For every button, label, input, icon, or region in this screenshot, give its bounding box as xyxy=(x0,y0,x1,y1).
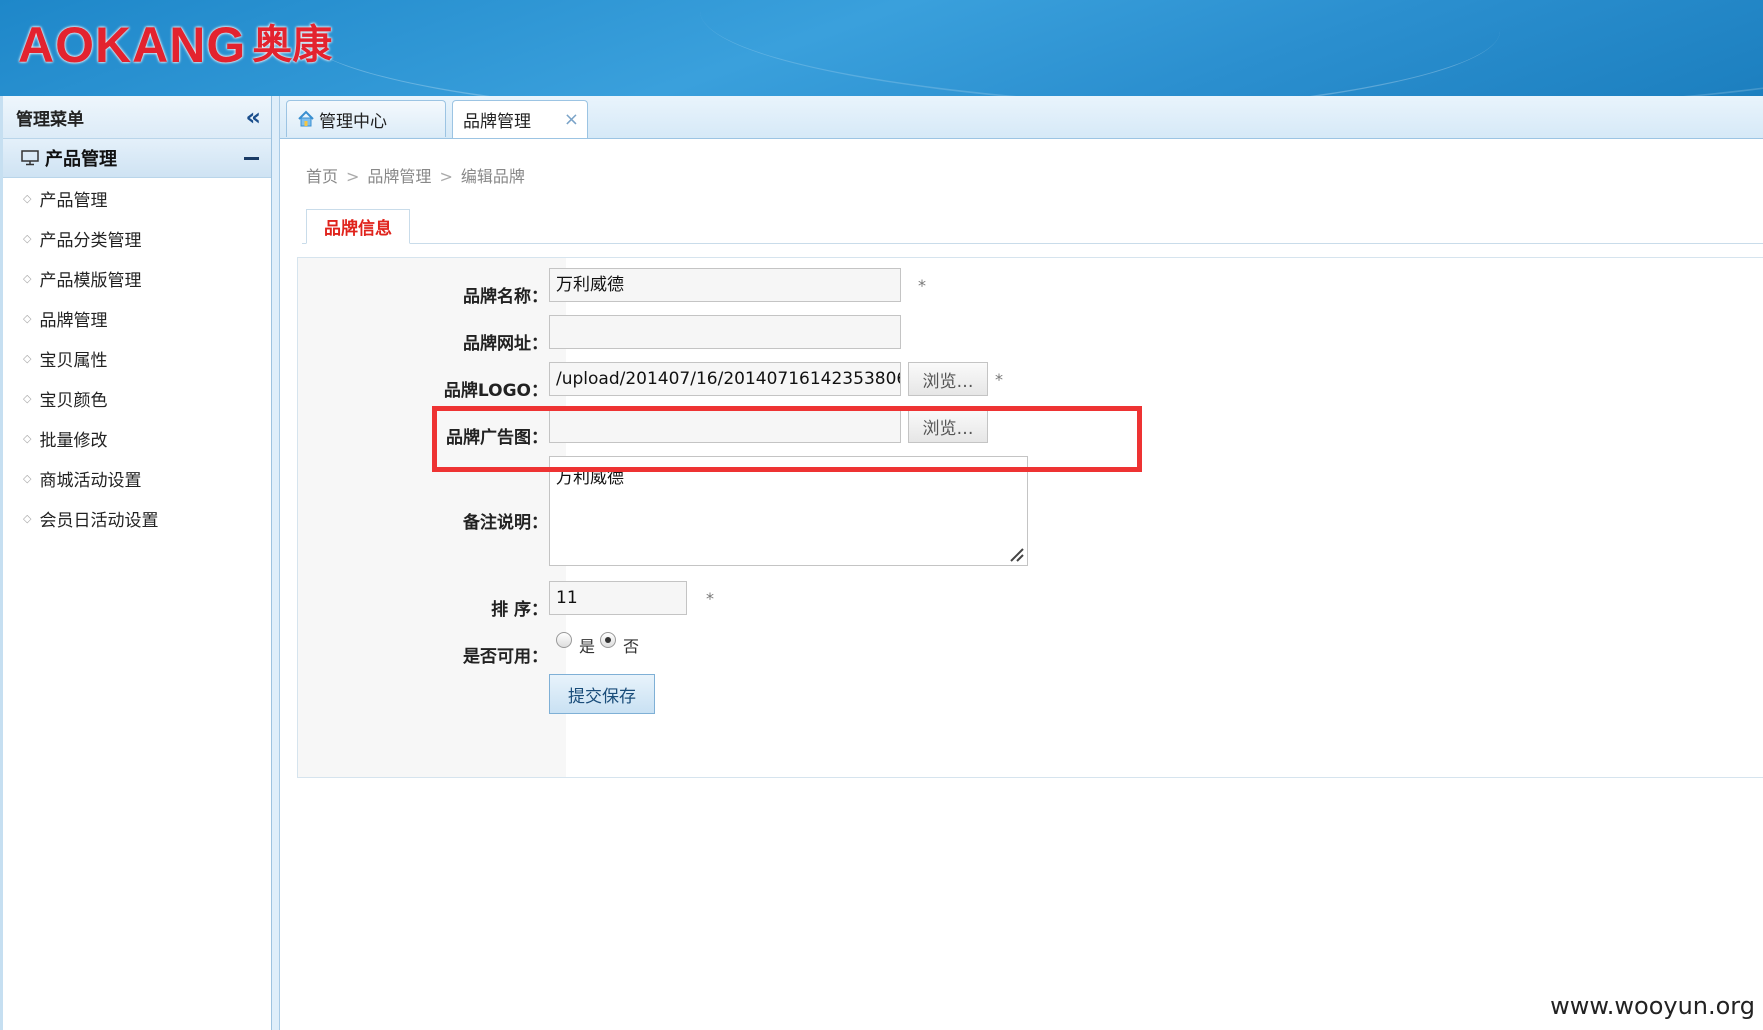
sidebar-item-label: 批量修改 xyxy=(39,430,108,451)
diamond-bullet-icon: ◇ xyxy=(23,191,32,205)
tab-admin-center[interactable]: 管理中心 xyxy=(286,100,446,137)
breadcrumb-current: 编辑品牌 xyxy=(460,167,525,186)
tab-label: 品牌管理 xyxy=(463,112,531,132)
sidebar-item-item-attributes[interactable]: ◇ 宝贝属性 xyxy=(3,338,271,378)
enabled-label: 是否可用： xyxy=(463,647,548,667)
required-mark: * xyxy=(706,589,714,608)
form-tabs: 品牌信息 xyxy=(302,209,1763,244)
diamond-bullet-icon: ◇ xyxy=(23,231,32,245)
sidebar-menu: ◇ 产品管理 ◇ 产品分类管理 ◇ 产品模版管理 ◇ 品牌管理 ◇ 宝贝属性 ◇ 宝贝颜色 … xyxy=(3,178,271,538)
close-tab-icon[interactable]: × xyxy=(564,109,579,130)
collapse-group-icon[interactable] xyxy=(244,156,259,160)
sidebar-item-product-template[interactable]: ◇ 产品模版管理 xyxy=(3,258,271,298)
breadcrumb-separator: > xyxy=(439,167,453,186)
logo-text-en: AOKANG xyxy=(18,17,247,73)
tab-brand-management[interactable]: 品牌管理 × xyxy=(452,100,588,138)
sidebar-item-label: 产品模版管理 xyxy=(39,270,142,291)
collapse-sidebar-icon[interactable]: « xyxy=(245,105,261,129)
diamond-bullet-icon: ◇ xyxy=(23,431,32,445)
brand-url-input[interactable] xyxy=(549,315,901,349)
sidebar-splitter[interactable] xyxy=(272,96,280,1030)
brand-name-input[interactable]: 万利威德 xyxy=(549,268,901,302)
brand-name-label: 品牌名称： xyxy=(463,287,548,307)
sidebar-item-brand-management[interactable]: ◇ 品牌管理 xyxy=(3,298,271,338)
brand-url-label: 品牌网址： xyxy=(463,334,548,354)
sidebar-item-label: 宝贝颜色 xyxy=(39,390,108,411)
submit-save-button[interactable]: 提交保存 xyxy=(549,674,655,714)
sort-input[interactable]: 11 xyxy=(549,581,687,615)
sidebar-title: 管理菜单 xyxy=(16,109,84,130)
sidebar-item-label: 产品管理 xyxy=(39,190,108,211)
diamond-bullet-icon: ◇ xyxy=(23,351,32,365)
enabled-no-label: 否 xyxy=(623,637,640,656)
logo-browse-button[interactable]: 浏览… xyxy=(908,362,988,396)
sidebar-item-batch-edit[interactable]: ◇ 批量修改 xyxy=(3,418,271,458)
home-icon xyxy=(298,110,314,127)
required-mark: * xyxy=(918,276,926,295)
diamond-bullet-icon: ◇ xyxy=(23,471,32,485)
main-content: 首页 > 品牌管理 > 编辑品牌 品牌信息 品牌名称： 万利威德 * 品牌网址： 品牌L… xyxy=(280,139,1763,1030)
menu-group-label: 产品管理 xyxy=(45,149,117,170)
brand-logo: AOKANG 奥康 xyxy=(18,20,332,70)
sidebar-header: 管理菜单 « xyxy=(3,96,271,139)
sidebar-item-item-colors[interactable]: ◇ 宝贝颜色 xyxy=(3,378,271,418)
watermark: www.wooyun.org xyxy=(1550,992,1755,1020)
annotation-highlight-box xyxy=(432,406,1142,472)
note-textarea[interactable]: 万利威德 xyxy=(549,456,1028,566)
sidebar-item-label: 宝贝属性 xyxy=(39,350,108,371)
tab-brand-info[interactable]: 品牌信息 xyxy=(306,209,410,244)
sidebar-item-product-category[interactable]: ◇ 产品分类管理 xyxy=(3,218,271,258)
sidebar-item-product-management[interactable]: ◇ 产品管理 xyxy=(3,178,271,218)
brand-logo-path-input[interactable]: /upload/201407/16/201407161423538060.jpg xyxy=(549,362,901,396)
note-label: 备注说明： xyxy=(463,513,548,533)
app-header: AOKANG 奥康 xyxy=(0,0,1763,96)
breadcrumb-home[interactable]: 首页 xyxy=(306,167,338,186)
breadcrumb-separator: > xyxy=(346,167,360,186)
sidebar-item-label: 会员日活动设置 xyxy=(39,510,159,531)
monitor-icon xyxy=(21,150,39,166)
sidebar-item-mall-activity[interactable]: ◇ 商城活动设置 xyxy=(3,458,271,498)
sidebar-item-label: 产品分类管理 xyxy=(39,230,142,251)
sort-label: 排 序： xyxy=(491,600,548,620)
tab-bar: 管理中心 品牌管理 × xyxy=(280,96,1763,139)
enabled-no-radio[interactable] xyxy=(600,632,616,648)
resize-grip-icon[interactable] xyxy=(1007,545,1025,563)
required-mark: * xyxy=(995,370,1003,389)
sidebar-item-label: 品牌管理 xyxy=(39,310,108,331)
breadcrumb: 首页 > 品牌管理 > 编辑品牌 xyxy=(306,163,525,187)
sidebar-item-label: 商城活动设置 xyxy=(39,470,142,491)
brand-logo-label: 品牌LOGO： xyxy=(443,381,548,401)
menu-group-product[interactable]: 产品管理 xyxy=(3,139,271,178)
diamond-bullet-icon: ◇ xyxy=(23,311,32,325)
enabled-yes-radio[interactable] xyxy=(556,632,572,648)
diamond-bullet-icon: ◇ xyxy=(23,511,32,525)
brand-form: 品牌名称： 万利威德 * 品牌网址： 品牌LOGO： /upload/20140… xyxy=(297,257,1763,778)
breadcrumb-brand[interactable]: 品牌管理 xyxy=(367,167,431,186)
sidebar: 管理菜单 « 产品管理 ◇ 产品管理 ◇ 产品分类管理 ◇ 产品模版管理 ◇ 品牌管理 … xyxy=(0,96,272,1030)
sidebar-item-member-day[interactable]: ◇ 会员日活动设置 xyxy=(3,498,271,538)
enabled-yes-label: 是 xyxy=(579,637,596,656)
diamond-bullet-icon: ◇ xyxy=(23,271,32,285)
diamond-bullet-icon: ◇ xyxy=(23,391,32,405)
logo-text-cn: 奥康 xyxy=(252,22,333,68)
tab-label: 管理中心 xyxy=(319,111,387,132)
